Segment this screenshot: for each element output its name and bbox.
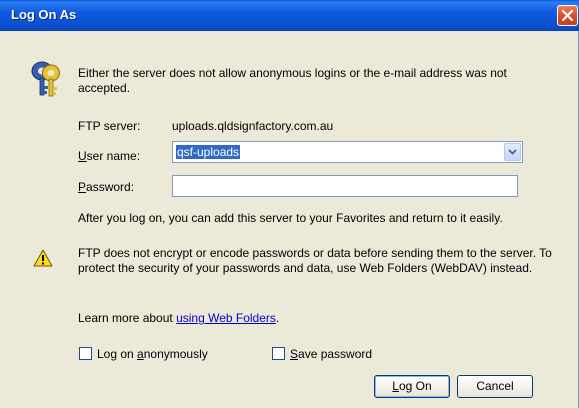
- ftp-server-value: uploads.qldsignfactory.com.au: [172, 119, 334, 133]
- log-on-anonymously-label[interactable]: Log on anonymously: [97, 347, 208, 361]
- title-bar[interactable]: Log On As: [0, 0, 579, 31]
- log-on-accel: L: [392, 379, 399, 393]
- keys-icon: [29, 60, 63, 103]
- user-name-label-text: ser name:: [86, 149, 141, 163]
- user-name-combobox[interactable]: qsf-uploads: [172, 141, 523, 163]
- window-title: Log On As: [11, 7, 77, 22]
- user-name-accel: U: [78, 149, 87, 163]
- save-password-accel: S: [290, 347, 299, 361]
- save-password-checkbox[interactable]: [272, 347, 285, 360]
- cancel-button[interactable]: Cancel: [457, 375, 533, 398]
- save-password-label-post: ave password: [298, 347, 373, 361]
- security-warning-text: FTP does not encrypt or encode passwords…: [78, 246, 552, 275]
- warning-icon: [33, 249, 53, 270]
- favorites-info-text: After you log on, you can add this serve…: [78, 211, 503, 225]
- error-message: Either the server does not allow anonymo…: [78, 66, 507, 95]
- anonymously-accel: a: [137, 347, 144, 361]
- web-folders-link[interactable]: using Web Folders: [176, 311, 276, 325]
- chevron-down-icon: [508, 149, 517, 155]
- log-on-label: og On: [398, 379, 432, 393]
- user-name-label: User name:: [78, 149, 140, 163]
- user-name-value[interactable]: qsf-uploads: [176, 145, 241, 159]
- learn-more-text: Learn more about using Web Folders.: [78, 311, 279, 325]
- log-on-anonymously-checkbox[interactable]: [79, 347, 92, 360]
- learn-more-prefix: Learn more about: [78, 311, 177, 325]
- password-label: Password:: [78, 180, 134, 194]
- log-on-button[interactable]: Log On: [374, 375, 450, 398]
- password-field[interactable]: [172, 175, 518, 197]
- close-icon: [562, 10, 573, 21]
- user-name-dropdown-button[interactable]: [504, 143, 521, 161]
- password-accel: P: [78, 180, 87, 194]
- anonymously-label-post: nonymously: [143, 347, 208, 361]
- password-label-text: assword:: [86, 180, 135, 194]
- close-button[interactable]: [557, 5, 578, 26]
- ftp-server-label: FTP server:: [78, 119, 141, 133]
- save-password-label[interactable]: Save password: [290, 347, 372, 361]
- learn-more-suffix: .: [275, 311, 280, 325]
- log-on-as-dialog: Log On As Either the server does not all…: [0, 0, 579, 408]
- anonymously-label-pre: Log on: [97, 347, 138, 361]
